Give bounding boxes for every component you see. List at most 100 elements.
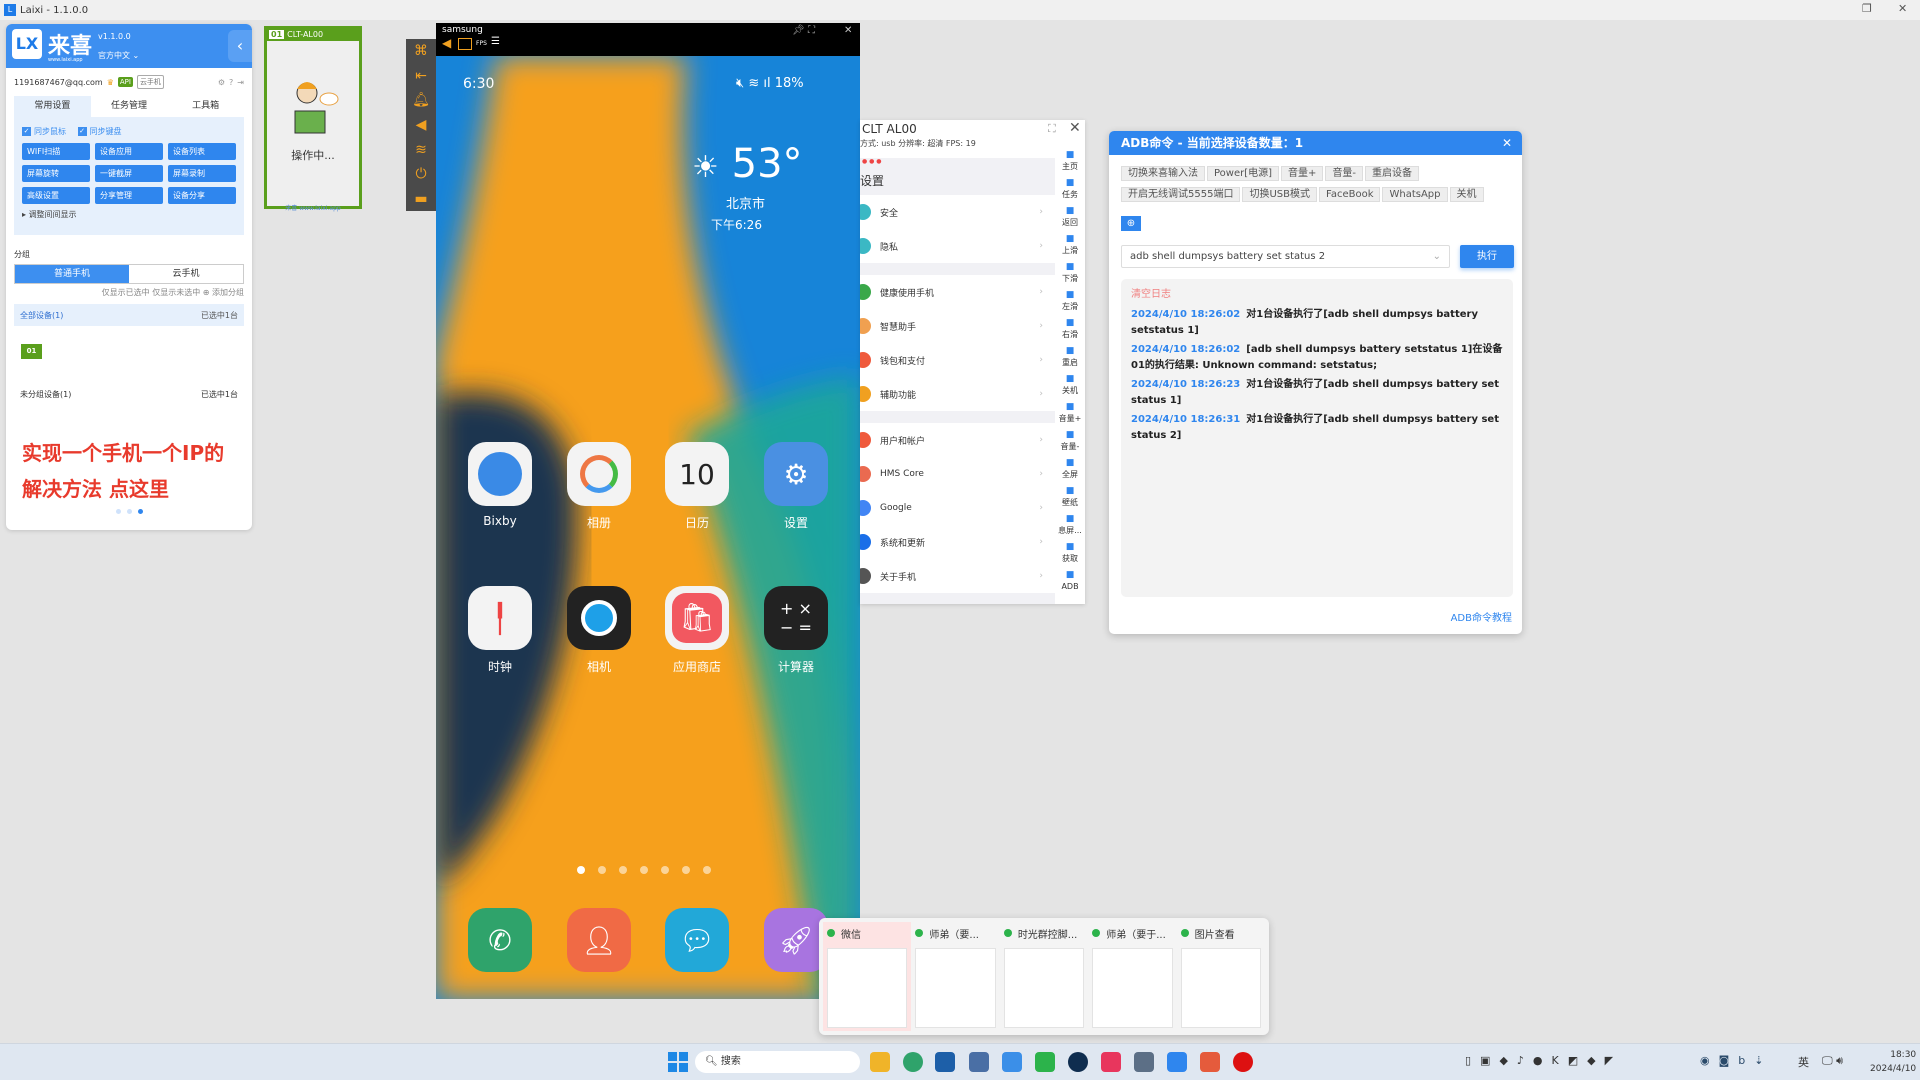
- power-icon[interactable]: ⏻: [415, 166, 426, 182]
- crown-icon[interactable]: ♛: [107, 78, 114, 87]
- close-icon[interactable]: ✕: [1069, 120, 1081, 136]
- device-thumbnail-card[interactable]: 01 CLT-AL00 操作中... 来喜 www.laixi.app: [264, 26, 362, 212]
- page-dot[interactable]: [619, 866, 627, 874]
- advanced-settings-button[interactable]: 高级设置: [22, 187, 90, 204]
- network-volume-icon[interactable]: 🖵 🔊︎: [1822, 1054, 1843, 1068]
- device-action-5[interactable]: ■ 左滑: [1062, 290, 1078, 318]
- page-dot[interactable]: [703, 866, 711, 874]
- settings-item[interactable]: HMS Core ›: [860, 457, 1055, 491]
- edge-icon[interactable]: [903, 1052, 923, 1072]
- app-calculator[interactable]: + × − = 计算器: [763, 586, 829, 675]
- device-action-15[interactable]: ■ ADB: [1061, 570, 1078, 598]
- device-action-1[interactable]: ■ 任务: [1062, 178, 1078, 206]
- settings-item[interactable]: 钱包和支付 ›: [860, 343, 1055, 377]
- app-gallery[interactable]: 相册: [566, 442, 632, 531]
- settings-item[interactable]: 智慧助手 ›: [860, 309, 1055, 343]
- tab-common-settings[interactable]: 常用设置: [14, 96, 91, 117]
- quick-command-button[interactable]: 重启设备: [1365, 166, 1420, 181]
- device-action-7[interactable]: ■ 重启: [1062, 346, 1078, 374]
- app-icon[interactable]: [1068, 1052, 1088, 1072]
- calculator-icon[interactable]: [1134, 1052, 1154, 1072]
- quick-command-button[interactable]: 切换USB模式: [1242, 187, 1317, 202]
- device-action-9[interactable]: ■ 音量+: [1059, 402, 1082, 430]
- search-box[interactable]: 🔍︎ 搜索: [695, 1051, 860, 1073]
- device-action-0[interactable]: ■ 主页: [1062, 150, 1078, 178]
- tab-toolbox[interactable]: 工具箱: [167, 96, 244, 117]
- tab-task-management[interactable]: 任务管理: [91, 96, 168, 117]
- screen-cast-icon[interactable]: [1200, 1052, 1220, 1072]
- preview-window[interactable]: 图片查看: [1177, 922, 1265, 1031]
- device-tag-01[interactable]: 01: [21, 344, 42, 359]
- app-store[interactable]: 🛍︎ 应用商店: [664, 586, 730, 675]
- preview-window[interactable]: 时光群控脚...: [1000, 922, 1088, 1031]
- all-devices-row[interactable]: 全部设备(1) 已选中1台: [14, 304, 244, 326]
- logout-icon[interactable]: ⇥: [237, 78, 244, 87]
- wifi-scan-button[interactable]: WIFI扫描: [22, 143, 90, 160]
- device-share-button[interactable]: 设备分享: [168, 187, 236, 204]
- carousel-dot[interactable]: [126, 509, 132, 514]
- laixi-icon[interactable]: [1167, 1052, 1187, 1072]
- device-action-2[interactable]: ■ 返回: [1062, 206, 1078, 234]
- page-indicator[interactable]: [577, 866, 711, 874]
- close-icon[interactable]: ✕: [1502, 131, 1512, 155]
- layers-icon[interactable]: ≋: [415, 142, 427, 158]
- command-select[interactable]: adb shell dumpsys battery set status 2 ⌄: [1121, 245, 1450, 268]
- collapse-button[interactable]: ‹: [228, 30, 252, 62]
- carousel-dots[interactable]: [6, 509, 252, 514]
- settings-item[interactable]: 用户和帐户 ›: [860, 423, 1055, 457]
- app-calendar[interactable]: 10 日历: [664, 442, 730, 531]
- screen-record-button[interactable]: 屏幕录制: [168, 165, 236, 182]
- settings-item[interactable]: 辅助功能 ›: [860, 377, 1055, 411]
- volume-icon[interactable]: ◀: [442, 36, 451, 50]
- quick-command-button[interactable]: 切换来喜输入法: [1121, 166, 1205, 181]
- start-icon[interactable]: [668, 1052, 688, 1072]
- app-bixby[interactable]: Bixby: [467, 442, 533, 528]
- quick-command-button[interactable]: FaceBook: [1318, 187, 1381, 202]
- language-select[interactable]: 官方中文 ⌄: [98, 50, 139, 61]
- tray-icons[interactable]: ▯▣◆♪●K◩◆◤: [1465, 1054, 1622, 1067]
- quick-command-button[interactable]: 关机: [1449, 187, 1484, 202]
- device-apps-button[interactable]: 设备应用: [95, 143, 163, 160]
- exit-icon[interactable]: ⇤: [415, 68, 427, 84]
- close-icon[interactable]: ✕: [844, 25, 852, 36]
- preview-window[interactable]: 师弟（要于...: [1088, 922, 1176, 1031]
- clear-log-button[interactable]: 清空日志: [1131, 287, 1503, 303]
- mute-icon[interactable]: ◀: [416, 117, 427, 133]
- feishu-icon[interactable]: [1002, 1052, 1022, 1072]
- device-action-10[interactable]: ■ 音量-: [1061, 430, 1080, 458]
- quick-command-button[interactable]: 音量+: [1281, 166, 1324, 181]
- rotate-screen-button[interactable]: 屏幕旋转: [22, 165, 90, 182]
- device-action-4[interactable]: ■ 下滑: [1062, 262, 1078, 290]
- help-icon[interactable]: ?: [229, 78, 233, 87]
- tray-icons-2[interactable]: ◉◙b⇣: [1700, 1054, 1772, 1067]
- phone-screen[interactable]: 6:30 🔇︎ ≋ ıl 18% ☀ 53° 北京市 下午6:26 Bixby …: [436, 56, 860, 999]
- sync-mouse-checkbox[interactable]: ✓ 同步鼠标: [22, 126, 66, 137]
- apps-grid-icon[interactable]: ⌘: [414, 43, 428, 59]
- device-action-12[interactable]: ■ 壁纸: [1062, 486, 1078, 514]
- network-app-icon[interactable]: [969, 1052, 989, 1072]
- adjust-display-toggle[interactable]: ▸ 调整间间显示: [22, 209, 236, 220]
- promo-banner[interactable]: 实现一个手机一个IP的 解决方法 点这里: [22, 435, 252, 507]
- preview-window[interactable]: 微信: [823, 922, 912, 1031]
- settings-screen[interactable]: ● ● ● 设置 安全 › 隐私 › 健康使用手机 › 智慧助手 › 钱包和支付 › 辅助功能 › 用户…: [860, 158, 1055, 604]
- settings-item[interactable]: 健康使用手机 ›: [860, 275, 1055, 309]
- api-badge[interactable]: API: [117, 77, 133, 87]
- page-dot[interactable]: [598, 866, 606, 874]
- restore-icon[interactable]: ❐: [1862, 2, 1872, 15]
- dock-contacts[interactable]: 👤︎: [566, 908, 632, 980]
- device-list-button[interactable]: 设备列表: [168, 143, 236, 160]
- app-icon[interactable]: [1101, 1052, 1121, 1072]
- device-action-6[interactable]: ■ 右滑: [1062, 318, 1078, 346]
- settings-item[interactable]: Google ›: [860, 491, 1055, 525]
- device-action-13[interactable]: ■ 息屏...: [1058, 514, 1082, 542]
- keyboard-icon[interactable]: ▬: [414, 191, 427, 207]
- fullscreen-icon[interactable]: ⛶: [1048, 122, 1056, 136]
- screenshot-button[interactable]: 一键截屏: [95, 165, 163, 182]
- settings-item[interactable]: 关于手机 ›: [860, 559, 1055, 593]
- quick-command-button[interactable]: WhatsApp: [1382, 187, 1448, 202]
- add-command-button[interactable]: ⊕: [1121, 216, 1141, 231]
- page-dot[interactable]: [682, 866, 690, 874]
- settings-item[interactable]: 安全 ›: [860, 195, 1055, 229]
- pin-icon[interactable]: 📌︎: [792, 25, 805, 36]
- settings-item[interactable]: 系统和更新 ›: [860, 525, 1055, 559]
